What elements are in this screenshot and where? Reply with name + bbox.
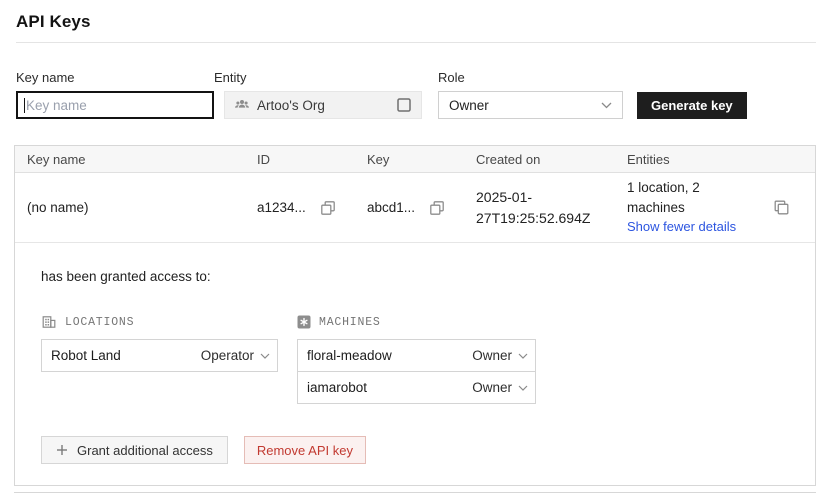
text-caret	[24, 98, 25, 113]
entity-field-group: Entity Artoo's Org	[214, 70, 422, 119]
remove-api-key-button[interactable]: Remove API key	[244, 436, 366, 464]
key-details-section: has been granted access to:	[15, 243, 815, 485]
chevron-down-icon	[601, 102, 612, 109]
machine-role-value: Owner	[472, 348, 512, 363]
locations-label: LOCATIONS	[65, 316, 134, 329]
entity-label: Entity	[214, 70, 422, 85]
id-value: a1234...	[257, 200, 306, 215]
organization-people-icon	[234, 97, 250, 113]
granted-access-text: has been granted access to:	[41, 269, 789, 284]
location-name: Robot Land	[51, 348, 121, 363]
col-header-created-on: Created on	[476, 152, 627, 167]
chevron-down-icon	[518, 385, 528, 391]
role-select[interactable]: Owner	[438, 91, 623, 119]
role-label: Role	[438, 70, 623, 85]
role-selected-value: Owner	[449, 98, 489, 113]
generate-key-button[interactable]: Generate key	[637, 92, 747, 119]
col-header-id: ID	[257, 152, 367, 167]
generate-key-form: Key name Key name Entity Artoo's Org	[16, 70, 816, 119]
machines-section: MACHINES floral-meadow Owner iamarobot O…	[297, 314, 536, 404]
copy-icon	[429, 200, 445, 216]
location-role-value: Operator	[201, 348, 254, 363]
locations-section: LOCATIONS Robot Land Operator	[41, 314, 278, 372]
duplicate-key-button[interactable]	[773, 199, 803, 216]
entity-value: Artoo's Org	[257, 98, 396, 113]
machine-access-row: floral-meadow Owner	[297, 339, 536, 372]
machine-name: floral-meadow	[307, 348, 392, 363]
api-keys-panel: Key name ID Key Created on Entities (no …	[14, 145, 816, 486]
machine-icon	[297, 315, 311, 329]
key-name-placeholder: Key name	[26, 98, 87, 113]
duplicate-icon	[773, 199, 790, 216]
copy-icon	[320, 200, 336, 216]
key-cell: abcd1...	[367, 200, 476, 216]
chevron-down-icon	[518, 353, 528, 359]
copy-id-button[interactable]	[320, 200, 336, 216]
key-name-field-group: Key name Key name	[16, 70, 214, 119]
grant-additional-access-label: Grant additional access	[77, 443, 213, 458]
chevron-down-icon	[260, 353, 270, 359]
key-name-cell: (no name)	[27, 200, 257, 215]
title-divider	[16, 42, 816, 43]
col-header-entities: Entities	[627, 152, 773, 167]
key-name-label: Key name	[16, 70, 214, 85]
location-role-select[interactable]: Operator	[201, 348, 270, 363]
machine-role-select[interactable]: Owner	[472, 380, 528, 395]
plus-icon	[56, 444, 68, 456]
org-select-square-icon[interactable]	[396, 97, 412, 113]
machine-access-row: iamarobot Owner	[297, 371, 536, 404]
key-value: abcd1...	[367, 200, 415, 215]
col-header-key-name: Key name	[27, 152, 257, 167]
location-access-row: Robot Land Operator	[41, 339, 278, 372]
grant-additional-access-button[interactable]: Grant additional access	[41, 436, 228, 464]
machines-label: MACHINES	[319, 316, 381, 329]
page-title: API Keys	[0, 0, 828, 32]
machine-role-value: Owner	[472, 380, 512, 395]
building-icon	[41, 314, 57, 330]
id-cell: a1234...	[257, 200, 367, 216]
show-fewer-details-link[interactable]: Show fewer details	[627, 218, 736, 237]
copy-key-button[interactable]	[429, 200, 445, 216]
table-row: (no name) a1234... abcd1... 2025-01-27T1…	[15, 173, 815, 243]
machine-role-select[interactable]: Owner	[472, 348, 528, 363]
table-header-row: Key name ID Key Created on Entities	[15, 146, 815, 173]
entity-field[interactable]: Artoo's Org	[224, 91, 422, 119]
col-header-key: Key	[367, 152, 476, 167]
entities-summary: 1 location, 2 machines	[627, 180, 700, 215]
machine-name: iamarobot	[307, 380, 367, 395]
created-on-cell: 2025-01-27T19:25:52.694Z	[476, 187, 598, 228]
entities-cell: 1 location, 2 machines Show fewer detail…	[627, 178, 739, 237]
key-name-input[interactable]: Key name	[16, 91, 214, 119]
role-field-group: Role Owner	[438, 70, 623, 119]
